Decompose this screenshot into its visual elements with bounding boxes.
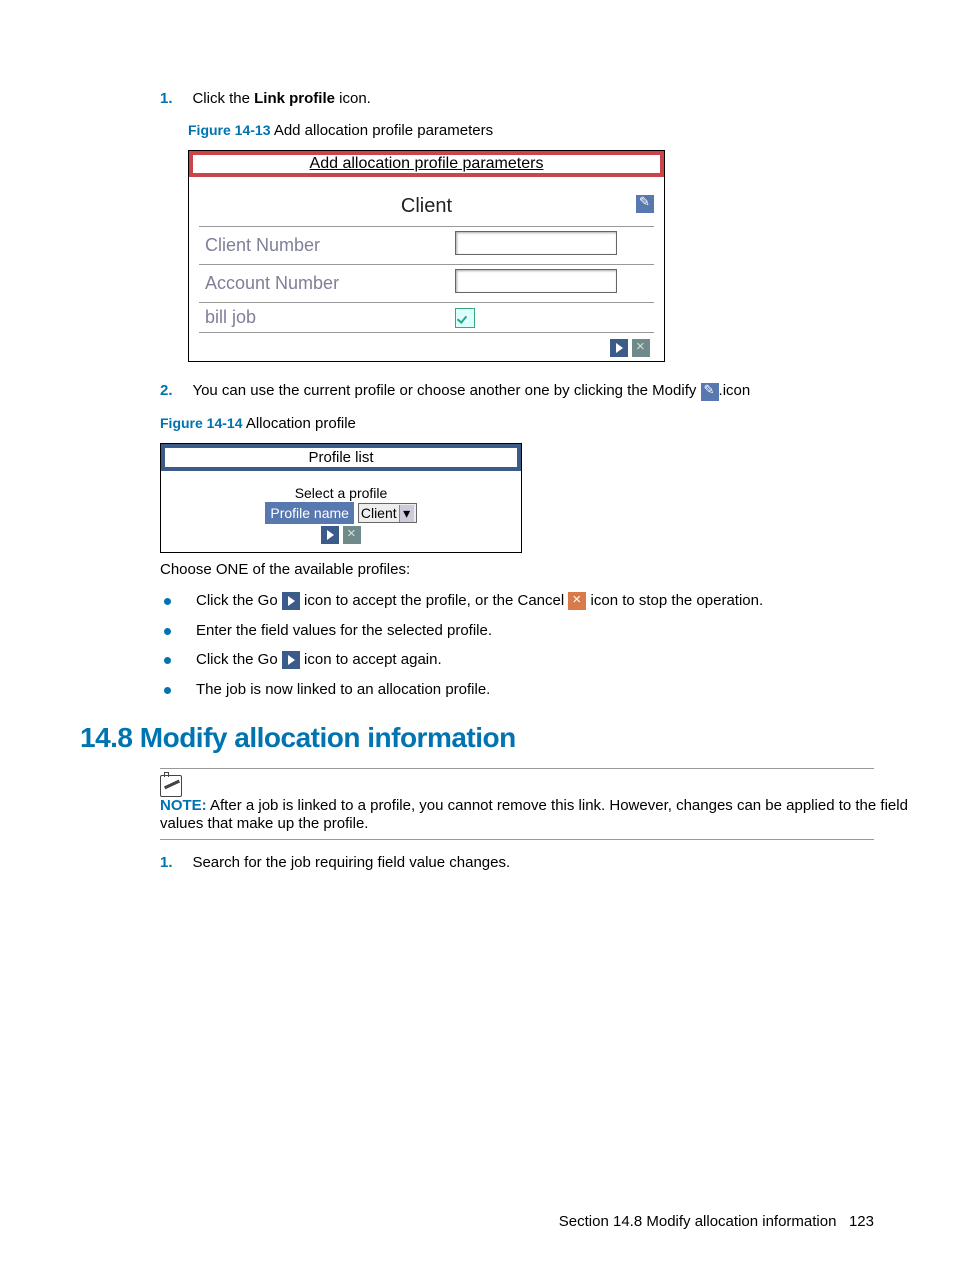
bullet-list: Click the Go icon to accept the profile,… [160,592,874,698]
text: icon to stop the operation. [586,592,763,609]
list-item: Click the Go icon to accept the profile,… [160,592,874,610]
cancel-icon [568,592,586,610]
list-item: Enter the field values for the selected … [160,622,874,639]
page-footer: Section 14.8 Modify allocation informati… [559,1213,874,1230]
main-content: 1. Click the Link profile icon. Figure 1… [160,90,874,698]
step-number: 1. [160,90,188,107]
step-text: Search for the job requiring field value… [192,854,832,871]
step-number: 1. [160,854,188,871]
note-content: NOTE: After a job is linked to a profile… [160,797,920,833]
modify-icon [701,383,719,401]
cancel-icon[interactable] [343,526,361,544]
table-row: Client Number [199,227,654,265]
profile-name-row: Profile name Client▾ [161,505,521,522]
text: Click the Go [196,592,282,609]
step-1-modify: 1. Search for the job requiring field va… [160,854,874,872]
go-icon [282,592,300,610]
list-item: The job is now linked to an allocation p… [160,681,874,698]
chevron-down-icon: ▾ [399,505,414,522]
text: icon to accept the profile, or the Cance… [300,592,568,609]
text: Click the Go [196,651,282,668]
cancel-icon[interactable] [632,339,650,357]
account-number-input[interactable] [455,269,617,293]
dialog-title: Add allocation profile parameters [310,155,544,172]
client-number-cell [449,227,654,265]
client-number-label: Client Number [199,227,449,265]
modify-icon[interactable] [636,195,654,213]
step-text: Click the Link profile icon. [192,90,832,107]
figure-14-14-caption: Figure 14-14 Allocation profile [160,415,874,433]
page-number: 123 [849,1213,874,1230]
go-icon [282,651,300,669]
figure-title: Allocation profile [242,415,355,432]
table-row: bill job [199,303,654,333]
dialog-footer [199,332,654,361]
note-block: NOTE: After a job is linked to a profile… [160,768,874,840]
select-a-profile-label: Select a profile [161,485,521,501]
account-number-label: Account Number [199,265,449,303]
step-number: 2. [160,382,188,399]
list-item: Click the Go icon to accept again. [160,651,874,669]
choose-instruction: Choose ONE of the available profiles: [160,561,874,578]
text: Click the [192,90,254,107]
text: icon to accept again. [300,651,442,668]
note-label: NOTE: [160,797,207,814]
figure-14-13-caption: Figure 14-13 Add allocation profile para… [188,122,874,140]
note-text: After a job is linked to a profile, you … [160,797,908,832]
text: icon. [335,90,371,107]
bill-job-label: bill job [199,303,449,333]
profile-list-titlebar: Profile list [161,444,521,471]
figure-label: Figure 14-14 [160,415,242,431]
bill-job-checkbox[interactable] [455,308,475,328]
figure-14-13-image: Add allocation profile parameters Client… [188,150,665,362]
note-icon [160,775,182,797]
dialog-titlebar: Add allocation profile parameters [189,151,664,177]
client-number-input[interactable] [455,231,617,255]
text: .icon [719,382,751,399]
client-header-row: Client [199,195,654,218]
document-page: 1. Click the Link profile icon. Figure 1… [0,0,954,1270]
footer-section: Section 14.8 Modify allocation informati… [559,1213,837,1230]
profile-list-footer [161,526,521,544]
go-icon[interactable] [321,526,339,544]
section-heading: 14.8 Modify allocation information [80,722,874,754]
client-label: Client [401,195,452,217]
parameters-table: Client Number Account Number bill job [199,226,654,332]
step-2: 2. You can use the current profile or ch… [160,382,874,400]
text: You can use the current profile or choos… [192,382,700,399]
link-profile-bold: Link profile [254,90,335,107]
figure-title: Add allocation profile parameters [270,122,493,139]
figure-14-14-image: Profile list Select a profile Profile na… [160,443,522,553]
account-number-cell [449,265,654,303]
step-text: You can use the current profile or choos… [192,382,832,400]
profile-name-label: Profile name [265,502,354,524]
dialog-body: Client Client Number Account Number bill… [189,177,664,361]
profile-list-body: Select a profile Profile name Client▾ [161,471,521,552]
section-content: NOTE: After a job is linked to a profile… [160,768,874,872]
bill-job-cell [449,303,654,333]
profile-select[interactable]: Client▾ [358,503,417,523]
figure-label: Figure 14-13 [188,122,270,138]
step-1: 1. Click the Link profile icon. [160,90,874,108]
profile-list-title: Profile list [308,449,373,466]
go-icon[interactable] [610,339,628,357]
profile-select-value: Client [361,505,397,521]
table-row: Account Number [199,265,654,303]
